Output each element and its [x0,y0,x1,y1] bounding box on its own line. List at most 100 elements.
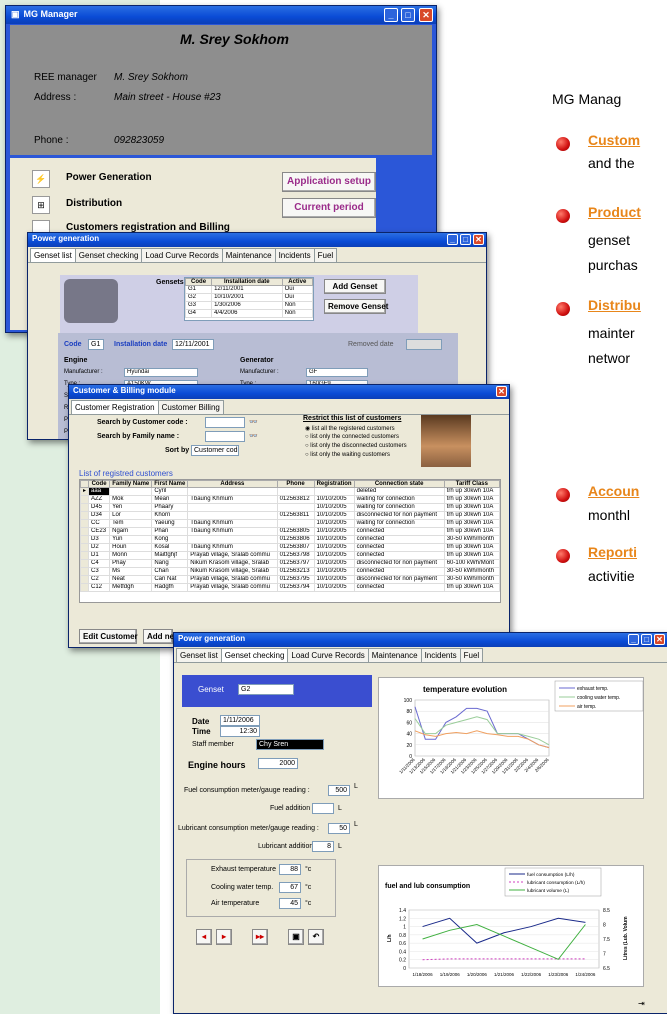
table-row[interactable]: C2 Neat Can Nat Prayab village, Sralab comm… [80,575,500,584]
table-row[interactable]: C4 Phay Nang Nikum Krasom village, Sralab 01… [80,559,500,568]
close-icon[interactable]: ✕ [496,386,507,397]
column-header[interactable]: Code [88,480,111,488]
row-selector[interactable] [80,519,90,528]
removed-date-field[interactable] [406,339,442,350]
table-row[interactable]: G4 4/4/2006 Non [185,309,313,318]
row-selector[interactable] [80,575,90,584]
table-row[interactable]: D3 Yun Kong 012563806 10/10/2005 connected 30-… [80,535,500,544]
close-icon[interactable]: ✕ [473,234,484,245]
gensets-listbox[interactable]: Code Installation date Active G1 12/11/2001 O… [184,277,314,321]
binoculars-icon[interactable]: 👓 [249,418,258,426]
table-row[interactable]: D1 Monn Maitfghjf Prayab village, Sralab co… [80,551,500,560]
remove-genset-button[interactable]: Remove Genset [324,299,388,314]
row-selector[interactable] [80,495,90,504]
tab-fuel[interactable]: Fuel [459,648,484,662]
row-selector[interactable] [80,583,90,592]
table-row[interactable]: G1 12/11/2001 Oui [185,285,313,294]
minimize-icon[interactable]: _ [384,8,398,22]
add-customer-button[interactable]: Add ne [143,629,174,644]
genset-select[interactable]: G2 [238,684,294,695]
column-header[interactable]: Connection state [353,480,445,488]
restrict-option[interactable]: ◉ list all the registered customers [305,425,395,432]
date-field[interactable]: 1/11/2006 [220,715,260,726]
close-icon[interactable]: ✕ [419,8,433,22]
column-header[interactable]: Address [187,480,278,488]
search-name-input[interactable] [205,431,245,442]
row-selector[interactable] [80,503,90,512]
tab-load-curve[interactable]: Load Curve Records [287,648,369,662]
generator-field-value[interactable]: GF [306,368,368,377]
column-header[interactable]: Tariff Class [443,480,500,488]
row-selector[interactable] [80,527,90,536]
row-selector[interactable]: ▸ [80,487,90,496]
sortby-select[interactable]: Customer code [191,445,239,456]
maximize-icon[interactable]: □ [460,234,471,245]
exhaust-field[interactable]: 88 [279,864,301,875]
table-row[interactable]: ▸ aaa Cyril deleted trh up 30kwh 10A [80,487,500,496]
row-selector[interactable] [80,543,90,552]
tab-genset-checking[interactable]: Genset checking [220,648,289,662]
tab-genset-list[interactable]: Genset list [176,648,222,662]
column-header[interactable]: Phone [276,480,315,488]
tab-customer-billing[interactable]: Customer Billing [157,400,224,414]
first-record-icon[interactable]: ◂ [196,929,212,945]
tab-genset-list[interactable]: Genset list [30,248,76,262]
add-genset-button[interactable]: Add Genset [324,279,386,294]
cooling-field[interactable]: 67 [279,882,301,893]
power-icon[interactable]: ⚡ [32,170,50,188]
restrict-option[interactable]: ○ list only the disconnected customers [305,443,407,449]
table-row[interactable]: CC Tem Yaeung Tbaung Khmum 10/10/2005 waiting… [80,519,500,528]
edit-customer-button[interactable]: Edit Customer [79,629,138,644]
table-row[interactable]: D34 Lor Khorn 012563811 10/10/2005 disconnect… [80,511,500,520]
maximize-icon[interactable]: □ [641,634,652,645]
table-row[interactable]: D2 Houn Kosal Tbaung Khmum 012563807 10/10/20… [80,543,500,552]
tab-maintenance[interactable]: Maintenance [367,648,422,662]
table-row[interactable]: C12 Metfdgh Radgfh Prayab village, Sralab c… [80,583,500,592]
restrict-option[interactable]: ○ list only the waiting customers [305,452,390,458]
tab-fuel[interactable]: Fuel [313,248,338,262]
application-setup-button[interactable]: Application setup [282,172,376,192]
installation-date-field[interactable]: 12/11/2001 [172,339,214,350]
fuel-addition-field[interactable] [312,803,334,814]
tab-load-curve[interactable]: Load Curve Records [141,248,223,262]
minimize-icon[interactable]: _ [447,234,458,245]
search-code-input[interactable] [205,417,245,428]
time-field[interactable]: 12:30 [220,726,260,737]
undo-icon[interactable]: ↶ [308,929,324,945]
minimize-icon[interactable]: _ [628,634,639,645]
lub-meter-field[interactable]: 50 [328,823,350,834]
binoculars-icon[interactable]: 👓 [249,432,258,440]
staff-select[interactable]: Chy Sren [256,739,324,750]
row-selector[interactable] [80,567,90,576]
save-icon[interactable]: ▣ [288,929,304,945]
row-selector[interactable] [80,511,90,520]
air-field[interactable]: 45 [279,898,301,909]
column-header[interactable]: Family Name [109,480,153,488]
distribution-icon[interactable]: ⊞ [32,196,50,214]
maximize-icon[interactable]: □ [401,8,415,22]
exit-icon[interactable]: ⇥ [638,999,645,1008]
table-row[interactable]: C3 Ms Chan Nikum Krasom village, Sralab 0125… [80,567,500,576]
menu-power-generation[interactable]: Power Generation [66,172,152,183]
close-icon[interactable]: ✕ [654,634,665,645]
tab-genset-checking[interactable]: Genset checking [74,248,143,262]
table-row[interactable]: AZZ Mok Mean Tbaung Khmum 012563812 10/10/200… [80,495,500,504]
code-field[interactable]: G1 [88,339,104,350]
row-selector[interactable] [80,551,90,560]
engine-hours-field[interactable]: 2000 [258,758,298,769]
table-row[interactable]: D45 Yen Phaary 10/10/2005 waiting for connec… [80,503,500,512]
table-row[interactable]: G3 1/30/2006 Non [185,301,313,310]
tab-customer-registration[interactable]: Customer Registration [71,400,159,414]
column-header[interactable]: Registration [313,480,355,488]
row-selector[interactable] [80,559,90,568]
menu-distribution[interactable]: Distribution [66,198,122,209]
row-selector[interactable] [80,535,90,544]
customers-table[interactable]: Code Family Name First Name Address Phone Reg… [79,479,501,603]
next-record-icon[interactable]: ▸ [216,929,232,945]
fuel-meter-field[interactable]: 500 [328,785,350,796]
column-header[interactable]: First Name [151,480,189,488]
engine-field-value[interactable]: Hyundai [124,368,198,377]
restrict-option[interactable]: ○ list only the connected customers [305,434,399,440]
tab-incidents[interactable]: Incidents [274,248,315,262]
lub-addition-field[interactable]: 8 [312,841,334,852]
